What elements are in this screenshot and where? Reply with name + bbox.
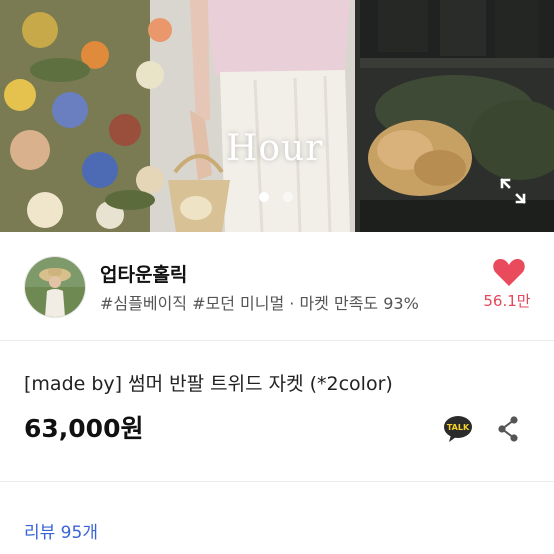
shop-info[interactable]: 업타운홀릭 #심플베이직 #모던 미니멀 · 마켓 만족도 93% 56.1만 <box>0 232 554 341</box>
hero-overlay-text: Hour <box>226 128 324 169</box>
shop-tags: #심플베이직 #모던 미니멀 · 마켓 만족도 93% <box>100 294 419 313</box>
share-icon[interactable] <box>496 415 520 443</box>
shop-avatar[interactable] <box>24 256 86 318</box>
product-info: [made by] 썸머 반팔 트위드 자켓 (*2color) 63,000원… <box>0 341 554 482</box>
carousel-dot-active[interactable] <box>259 192 269 202</box>
shop-name[interactable]: 업타운홀릭 <box>100 260 187 287</box>
talk-label: TALK <box>447 423 470 432</box>
expand-icon[interactable] <box>498 176 528 206</box>
carousel-dot[interactable] <box>283 192 293 202</box>
carousel-indicator <box>259 192 293 202</box>
product-image-carousel[interactable]: Hour <box>0 0 554 232</box>
product-price: 63,000원 <box>24 414 144 443</box>
product-title: [made by] 썸머 반팔 트위드 자켓 (*2color) <box>24 373 393 395</box>
kakaotalk-icon[interactable]: TALK <box>443 415 473 443</box>
heart-icon[interactable] <box>492 256 526 288</box>
like-count: 56.1만 <box>483 292 531 310</box>
reviews-link[interactable]: 리뷰 95개 <box>24 518 98 543</box>
